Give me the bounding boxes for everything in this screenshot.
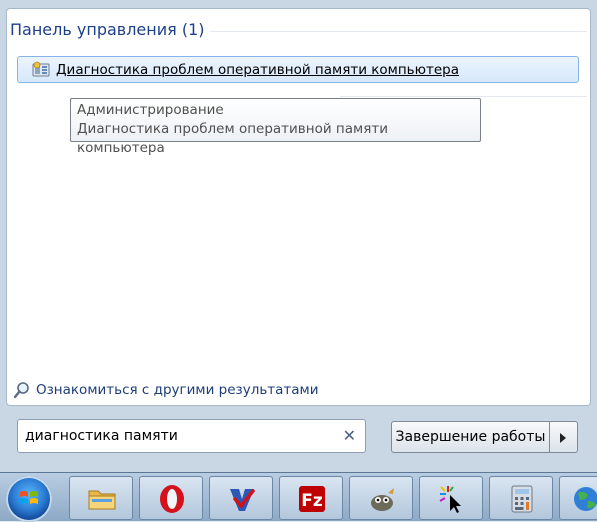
- section-header-control-panel[interactable]: Панель управления (1): [10, 20, 205, 39]
- memory-diagnostic-icon: [32, 61, 50, 77]
- taskbar-item-calculator[interactable]: [489, 476, 553, 520]
- taskbar-item-internet[interactable]: [559, 476, 597, 520]
- windows-logo-icon: [20, 491, 38, 504]
- shutdown-options-arrow-icon[interactable]: [550, 421, 578, 453]
- opera-icon: [160, 485, 184, 513]
- shutdown-button[interactable]: Завершение работы: [391, 421, 550, 453]
- taskbar-item-validator[interactable]: [209, 476, 273, 520]
- start-menu: Панель управления (1) Диагностика пробле…: [0, 0, 597, 472]
- search-result-label[interactable]: Диагностика проблем оперативной памяти к…: [56, 62, 459, 78]
- taskbar-item-explorer[interactable]: [69, 476, 133, 520]
- taskbar-item-gimp[interactable]: [349, 476, 413, 520]
- result-tooltip: Администрирование Диагностика проблем оп…: [70, 98, 481, 156]
- tooltip-line-category: Администрирование: [77, 102, 224, 118]
- search-result-item[interactable]: Диагностика проблем оперативной памяти к…: [17, 56, 579, 83]
- result-divider: [340, 96, 587, 97]
- see-more-results-link[interactable]: Ознакомиться с другими результатами: [13, 381, 319, 399]
- taskbar: Fz: [0, 472, 597, 522]
- magnifier-icon: [13, 382, 29, 399]
- filezilla-icon: Fz: [299, 486, 325, 512]
- cursor-icon: [439, 486, 461, 513]
- taskbar-item-cursor-tool[interactable]: [419, 476, 483, 520]
- search-input-value[interactable]: диагностика памяти: [25, 428, 178, 444]
- taskbar-item-filezilla[interactable]: Fz: [279, 476, 343, 520]
- globe-icon: [574, 487, 597, 511]
- search-input[interactable]: диагностика памяти ✕: [17, 419, 366, 453]
- checkmark-v-icon: [230, 489, 255, 511]
- clear-search-icon[interactable]: ✕: [343, 427, 356, 445]
- gimp-icon: [371, 488, 394, 511]
- tooltip-line-title: Диагностика проблем оперативной памяти к…: [77, 121, 388, 156]
- folder-icon: [88, 490, 116, 510]
- see-more-results-label[interactable]: Ознакомиться с другими результатами: [36, 382, 319, 398]
- calculator-icon: [511, 485, 533, 513]
- svg-text:Fz: Fz: [301, 491, 323, 511]
- taskbar-item-opera[interactable]: [139, 476, 203, 520]
- start-button[interactable]: [6, 476, 52, 522]
- section-divider: [210, 31, 587, 32]
